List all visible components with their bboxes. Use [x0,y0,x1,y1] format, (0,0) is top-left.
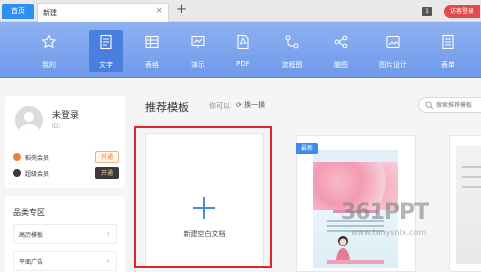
toolbar-item-mindmap[interactable]: 脑图 [324,30,358,72]
refresh-label: 换一换 [244,101,266,109]
tab-label: 新建 [43,9,57,17]
close-icon[interactable]: × [155,6,163,16]
category-item-label: 平面广告 [19,259,44,266]
new-badge: 最新 [296,143,318,154]
notification-count-badge[interactable]: 1 [422,7,432,16]
category-title: 品类专区 [13,208,45,217]
user-id: ID: [52,123,61,130]
category-card: 品类专区 高历模板 › 平面广告 › [5,196,125,272]
category-item[interactable]: 平面广告 › [13,251,117,271]
toolbar-item-mine[interactable]: 我的 [32,30,66,72]
add-tab-icon[interactable]: + [176,2,187,18]
super-member-icon [13,169,21,177]
toolbar-label: 我的 [42,61,56,69]
toolbar-label: 表单 [441,61,455,69]
toolbar-label: 表格 [145,61,159,69]
watermark: 361PPT www.tanysnix.com [303,196,481,256]
toolbar-item-presentation[interactable]: 演示 [181,30,215,72]
open-docer-member-button[interactable]: 开通 [95,151,119,163]
chevron-right-icon: › [106,229,110,238]
document-icon [100,34,112,50]
visitor-login-button[interactable]: 访客登录 [444,5,480,18]
tab-new-document[interactable]: 新建 × [37,3,169,22]
app-toolbar: 我的 文字 表格 演示 PDF 流程图 脑图 图片设计 表单 [0,22,481,78]
member-label: 超级会员 [25,171,50,178]
category-item[interactable]: 高历模板 › [13,224,117,244]
avatar[interactable] [15,106,43,134]
toolbar-label: PDF [236,60,250,68]
toolbar-item-pdf[interactable]: PDF [226,30,260,72]
member-label: 稻壳会员 [25,155,50,162]
search-input[interactable] [436,100,481,110]
toolbar-item-text[interactable]: 文字 [89,30,123,72]
refresh-templates-button[interactable]: ⟳ 换一换 [236,100,265,110]
highlight-box [134,126,272,268]
mindmap-icon [334,35,348,49]
presentation-icon [191,35,205,48]
tab-home[interactable]: 首页 [2,4,34,19]
toolbar-item-image-design[interactable]: 图片设计 [376,30,410,72]
refresh-icon: ⟳ [236,101,242,109]
template-search-box[interactable] [418,97,481,113]
tab-bar: 首页 新建 × + 1 访客登录 [0,0,481,22]
category-item-label: 高历模板 [19,232,44,239]
open-super-member-button[interactable]: 开通 [95,167,119,179]
user-name[interactable]: 未登录 [52,108,79,121]
toolbar-label: 演示 [191,61,205,69]
member-row-super: 超级会员 开通 [13,167,121,180]
table-icon [145,35,159,49]
toolbar-item-flowchart[interactable]: 流程图 [275,30,309,72]
search-icon [425,101,434,110]
toolbar-label: 流程图 [281,61,303,69]
form-icon [442,34,454,50]
chevron-right-icon: › [106,256,110,265]
member-row-docer: 稻壳会员 开通 [13,151,121,164]
toolbar-label: 文字 [99,61,113,69]
pdf-icon [237,34,249,50]
star-icon [41,34,57,49]
poster-footer [327,260,384,264]
flowchart-icon [285,35,299,49]
watermark-text: 361PPT [341,200,429,225]
image-design-icon [386,35,400,49]
docer-member-icon [13,153,21,161]
toolbar-label: 图片设计 [379,61,407,69]
toolbar-label: 脑图 [334,61,348,69]
section-hint: 你可以 [209,102,230,110]
toolbar-item-spreadsheet[interactable]: 表格 [135,30,169,72]
toolbar-item-form[interactable]: 表单 [431,30,465,72]
user-card: 未登录 ID: 稻壳会员 开通 超级会员 开通 [5,96,125,188]
watermark-url: www.tanysnix.com [351,228,427,237]
section-title: 推荐模板 [145,101,189,114]
